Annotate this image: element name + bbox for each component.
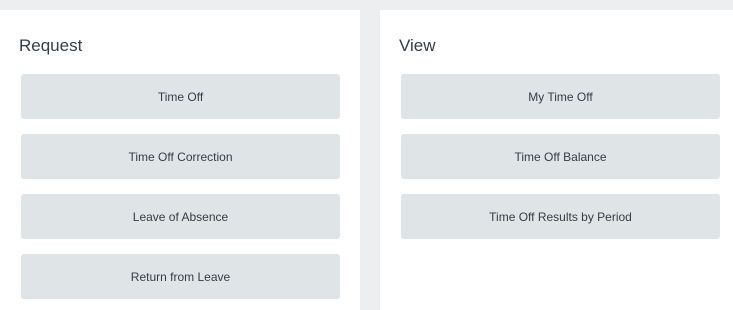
view-button-list: My Time Off Time Off Balance Time Off Re… [401, 74, 720, 239]
time-off-correction-button[interactable]: Time Off Correction [21, 134, 340, 179]
time-off-button[interactable]: Time Off [21, 74, 340, 119]
request-panel: Request Time Off Time Off Correction Lea… [0, 10, 360, 310]
time-off-balance-button[interactable]: Time Off Balance [401, 134, 720, 179]
view-title: View [399, 36, 436, 55]
request-title: Request [19, 36, 83, 55]
time-off-results-by-period-button[interactable]: Time Off Results by Period [401, 194, 720, 239]
request-button-list: Time Off Time Off Correction Leave of Ab… [21, 74, 340, 299]
return-from-leave-button[interactable]: Return from Leave [21, 254, 340, 299]
my-time-off-button[interactable]: My Time Off [401, 74, 720, 119]
view-panel: View My Time Off Time Off Balance Time O… [380, 10, 733, 310]
leave-of-absence-button[interactable]: Leave of Absence [21, 194, 340, 239]
